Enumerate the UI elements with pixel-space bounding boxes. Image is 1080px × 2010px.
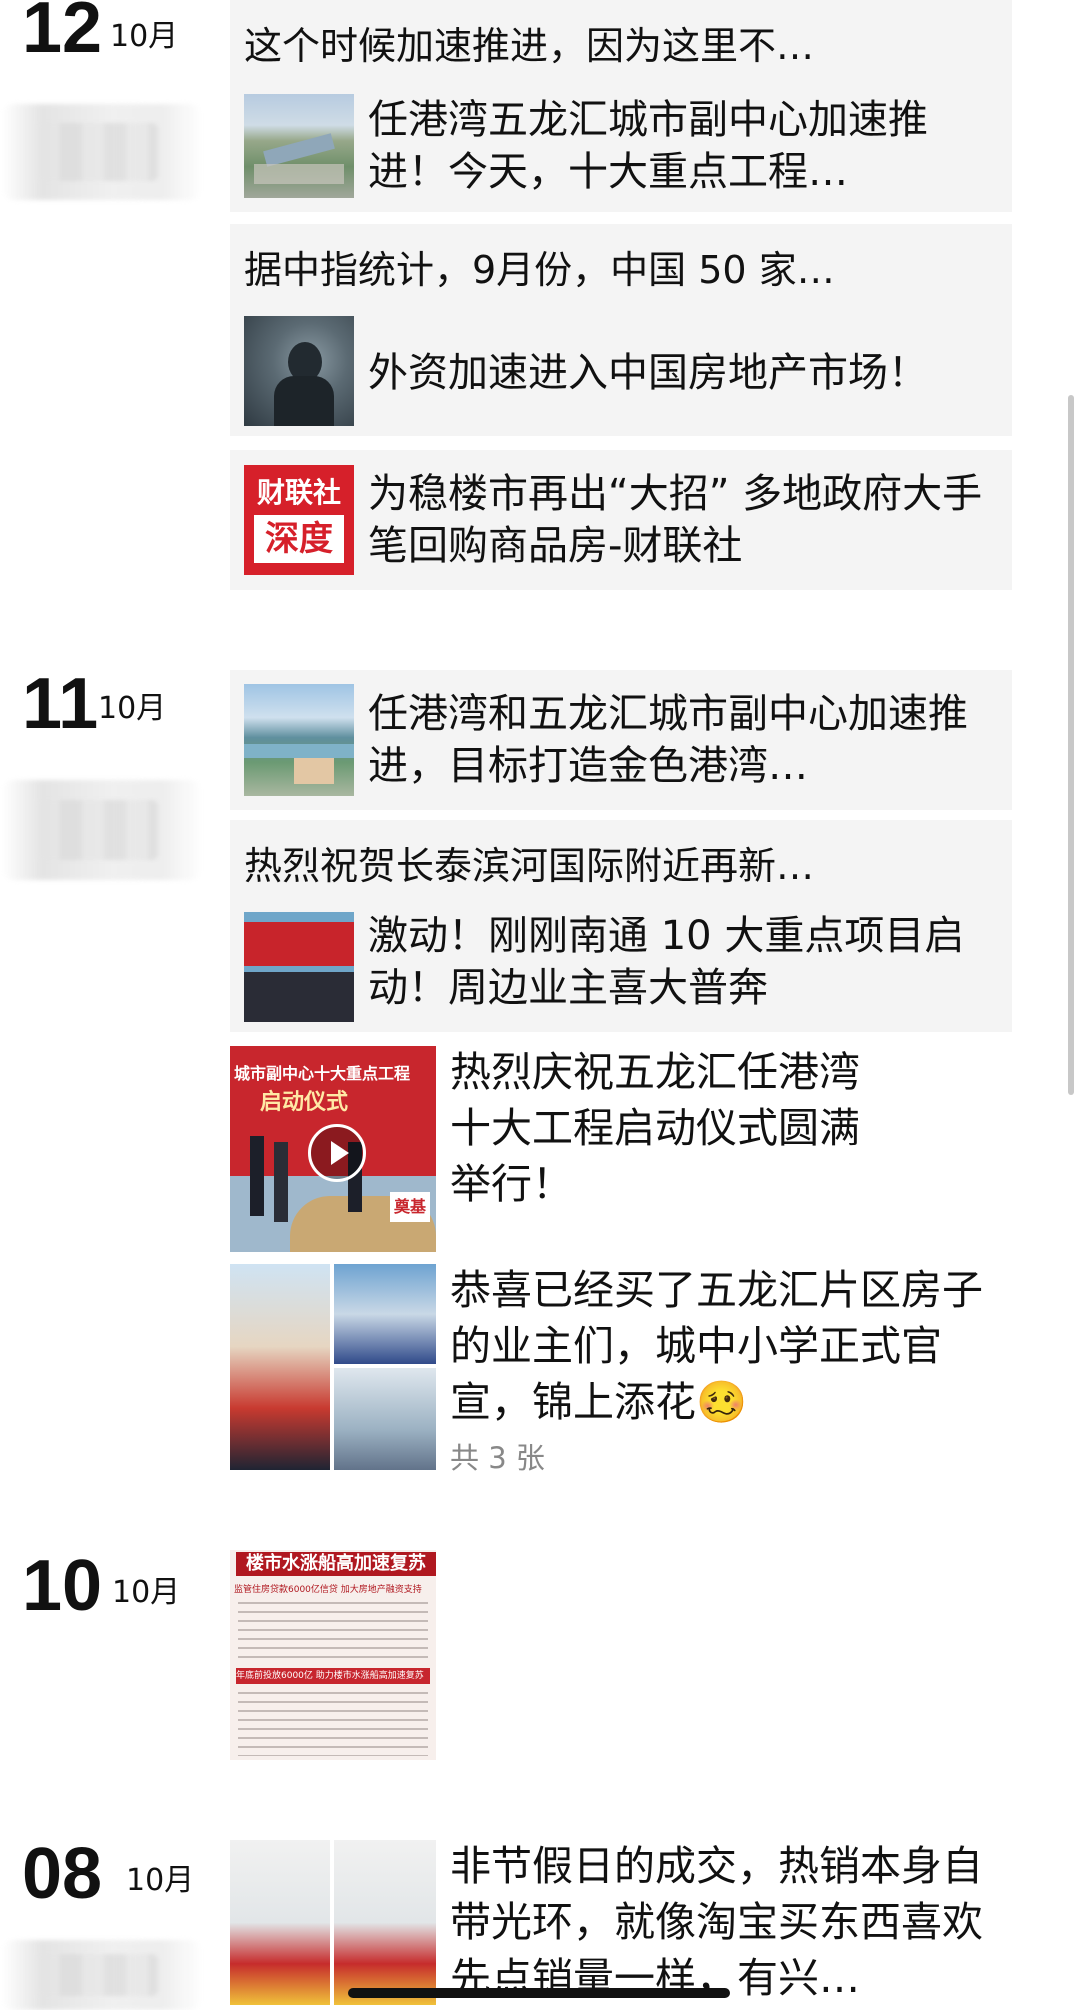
photo-1[interactable] (230, 1840, 330, 2005)
cailianshe-logo: 财联社 深度 (244, 465, 354, 575)
article-image[interactable]: 楼市水涨船高加速复苏 监管住房贷款6000亿信贷 加大房地产融资支持 年底前投放… (230, 1550, 436, 1760)
link-post-card[interactable]: 这个时候加速推进，因为这里不… 任港湾五龙汇城市副中心加速推进！今天，十大重点工… (230, 0, 1012, 212)
photo-2[interactable] (334, 1840, 436, 2005)
date-day: 08 (22, 1834, 103, 1914)
photo-3[interactable] (334, 1368, 436, 1470)
date-day: 11 (22, 664, 99, 744)
date-month: 10月 (112, 1575, 181, 1610)
photo-count: 共 3 张 (450, 1441, 545, 1475)
date-month: 10月 (126, 1863, 195, 1898)
post-thumbnail (244, 94, 354, 198)
blurred-username (2, 104, 202, 200)
home-indicator[interactable] (348, 1988, 730, 1998)
post-text: 据中指统计，9月份，中国 50 家… (244, 248, 835, 292)
post-text: 恭喜已经买了五龙汇片区房子的业主们，城中小学正式官宣，锦上添花🥴 (450, 1266, 983, 1426)
date-month: 10月 (110, 19, 179, 54)
photo-1[interactable] (230, 1264, 330, 1470)
link-title: 为稳楼市再出“大招” 多地政府大手笔回购商品房-财联社 (368, 471, 983, 569)
link-title: 任港湾和五龙汇城市副中心加速推进，目标打造金色港湾… (368, 691, 968, 789)
post-text: 热烈庆祝五龙汇任港湾十大工程启动仪式圆满举行！ (450, 1048, 860, 1208)
post-text: 非节假日的成交，热销本身自带光环，就像淘宝买东西喜欢先点销量一样，有兴… (450, 1842, 983, 2002)
video-thumbnail[interactable]: 城市副中心十大重点工程 启动仪式 奠基 (230, 1046, 436, 1252)
photo-grid[interactable] (230, 1840, 436, 2005)
play-icon[interactable] (308, 1124, 366, 1182)
date-day: 12 (22, 0, 103, 68)
link-post-card[interactable]: 据中指统计，9月份，中国 50 家… 外资加速进入中国房地产市场！ (230, 224, 1012, 436)
link-title: 任港湾五龙汇城市副中心加速推进！今天，十大重点工程… (368, 97, 928, 195)
blurred-username (2, 780, 202, 880)
link-post-card[interactable]: 任港湾和五龙汇城市副中心加速推进，目标打造金色港湾… (230, 670, 1012, 810)
link-title: 激动！刚刚南通 10 大重点项目启动！周边业主喜大普奔 (368, 913, 965, 1011)
date-month: 10月 (98, 691, 167, 726)
post-thumbnail (244, 316, 354, 426)
photo-2[interactable] (334, 1264, 436, 1364)
post-thumbnail (244, 912, 354, 1022)
photo-grid[interactable] (230, 1264, 436, 1470)
post-text: 这个时候加速推进，因为这里不… (244, 24, 815, 68)
link-title: 外资加速进入中国房地产市场！ (368, 350, 928, 396)
post-text: 热烈祝贺长泰滨河国际附近再新… (244, 844, 815, 888)
blurred-username (2, 1940, 202, 2010)
link-post-card[interactable]: 财联社 深度 为稳楼市再出“大招” 多地政府大手笔回购商品房-财联社 (230, 450, 1012, 590)
date-day: 10 (22, 1546, 103, 1626)
link-post-card[interactable]: 热烈祝贺长泰滨河国际附近再新… 激动！刚刚南通 10 大重点项目启动！周边业主喜… (230, 820, 1012, 1032)
scrollbar[interactable] (1068, 395, 1074, 1095)
post-thumbnail (244, 684, 354, 796)
